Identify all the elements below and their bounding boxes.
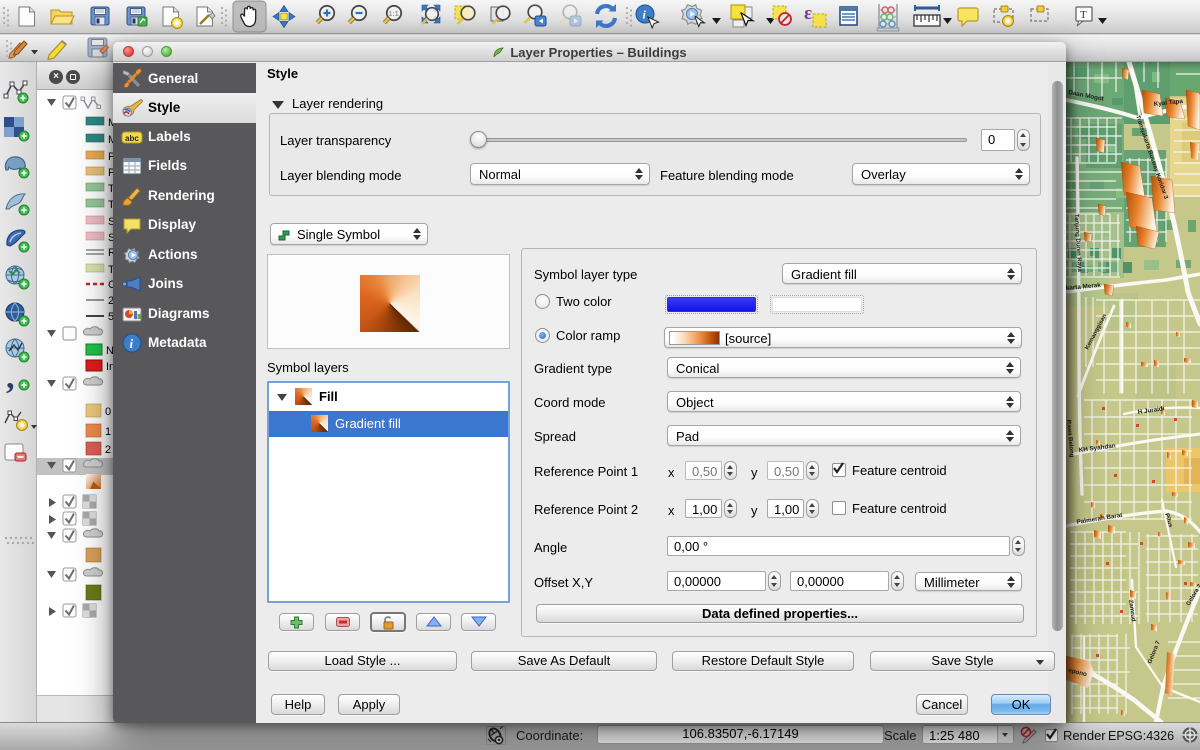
- svg-text:1: 1: [105, 426, 111, 438]
- svg-text:0: 0: [105, 406, 111, 418]
- svg-text:i: i: [130, 336, 134, 351]
- svg-text:2: 2: [105, 444, 111, 456]
- svg-text:ε: ε: [804, 3, 812, 24]
- svg-text:T: T: [1080, 9, 1087, 21]
- svg-text:,: ,: [6, 359, 15, 396]
- svg-text:1:1: 1:1: [389, 11, 399, 18]
- svg-text:abc: abc: [125, 134, 139, 143]
